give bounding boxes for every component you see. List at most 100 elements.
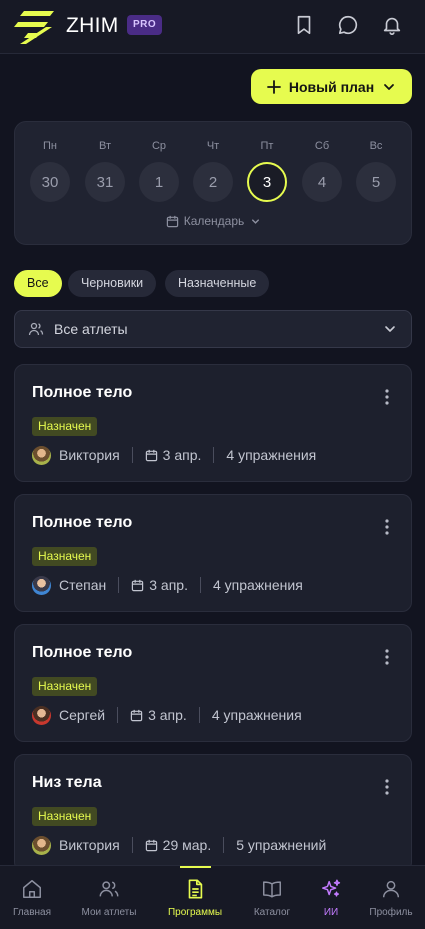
plan-meta: Виктория 29 мар. 5 упражнений bbox=[32, 835, 326, 855]
plan-title: Низ тела bbox=[32, 774, 102, 791]
nav-label: Программы bbox=[167, 907, 223, 918]
plan-card[interactable]: Низ тела Назначен Виктория 29 мар. 5 упр… bbox=[14, 754, 412, 872]
nav-profile[interactable]: Профиль bbox=[356, 866, 425, 929]
pro-badge: PRO bbox=[127, 15, 163, 35]
day-name: Чт bbox=[206, 140, 220, 152]
nav-home[interactable]: Главная bbox=[0, 866, 67, 929]
nav-programs[interactable]: Программы bbox=[160, 866, 230, 929]
more-vertical-icon[interactable] bbox=[385, 779, 389, 795]
day-name: Сб bbox=[314, 140, 330, 152]
plan-title: Полное тело bbox=[32, 644, 133, 661]
divider bbox=[131, 447, 133, 463]
home-icon bbox=[23, 880, 41, 898]
day-number[interactable]: 30 bbox=[30, 162, 70, 202]
athlete-name: Степан bbox=[59, 577, 107, 593]
athlete-select[interactable]: Все атлеты bbox=[14, 310, 412, 348]
new-plan-label: Новый план bbox=[288, 78, 375, 95]
bell-icon[interactable] bbox=[381, 14, 403, 36]
calendar-icon bbox=[145, 839, 157, 851]
calendar-icon bbox=[166, 215, 178, 227]
athlete-name: Виктория bbox=[59, 447, 120, 463]
day-name: Ср bbox=[151, 140, 167, 152]
chevron-down-icon bbox=[384, 83, 395, 90]
exercise-count: 4 упражнения bbox=[212, 577, 303, 593]
status-badge: Назначен bbox=[32, 807, 98, 826]
book-icon bbox=[263, 881, 281, 898]
status-badge: Назначен bbox=[32, 677, 98, 696]
plan-card[interactable]: Полное тело Назначен Степан 3 апр. 4 упр… bbox=[14, 494, 412, 612]
day-name: Вс bbox=[369, 140, 383, 152]
plan-card[interactable]: Полное тело Назначен Виктория 3 апр. 4 у… bbox=[14, 364, 412, 482]
day-number[interactable]: 2 bbox=[193, 162, 233, 202]
day-name: Пн bbox=[43, 140, 57, 152]
users-icon bbox=[28, 322, 44, 336]
exercise-count: 4 упражнения bbox=[226, 447, 317, 463]
calendar-icon bbox=[132, 579, 144, 591]
plan-meta: Виктория 3 апр. 4 упражнения bbox=[32, 445, 316, 465]
calendar-icon bbox=[145, 449, 157, 461]
calendar-link[interactable]: Календарь bbox=[15, 214, 413, 228]
users-icon bbox=[99, 881, 119, 897]
day-name: Вт bbox=[98, 140, 111, 152]
day-number[interactable]: 31 bbox=[85, 162, 125, 202]
more-vertical-icon[interactable] bbox=[385, 649, 389, 665]
day-number[interactable]: 1 bbox=[139, 162, 179, 202]
plan-title: Полное тело bbox=[32, 384, 133, 401]
divider bbox=[199, 577, 201, 593]
exercise-count: 5 упражнений bbox=[236, 837, 327, 853]
sparkles-icon bbox=[322, 879, 341, 897]
divider bbox=[223, 837, 225, 853]
athlete-name: Виктория bbox=[59, 837, 120, 853]
chevron-down-icon bbox=[252, 218, 260, 224]
bottom-nav: Главная Мои атлеты Программы Каталог ИИ … bbox=[0, 865, 425, 929]
calendar-icon bbox=[130, 709, 143, 721]
filter-chip-assigned[interactable]: Назначенные bbox=[165, 270, 270, 297]
exercise-count: 4 упражнения bbox=[211, 707, 302, 723]
user-icon bbox=[382, 880, 400, 898]
week-strip: Пн 30 Вт 31 Ср 1 Чт 2 Пт 3 Сб 4 Вс 5 Кал… bbox=[14, 121, 412, 245]
day-number-selected[interactable]: 3 bbox=[247, 162, 287, 202]
nav-label: Мои атлеты bbox=[81, 907, 137, 918]
plan-meta: Сергей 3 апр. 4 упражнения bbox=[32, 705, 302, 725]
logo-icon bbox=[14, 11, 54, 44]
avatar bbox=[32, 705, 51, 725]
avatar bbox=[32, 835, 51, 855]
day-number[interactable]: 5 bbox=[356, 162, 396, 202]
calendar-label: Календарь bbox=[183, 214, 245, 228]
plan-date: 3 апр. bbox=[148, 707, 187, 723]
brand-name: ZHIM bbox=[66, 14, 119, 37]
day-number[interactable]: 4 bbox=[302, 162, 342, 202]
nav-label: Профиль bbox=[369, 907, 413, 918]
more-vertical-icon[interactable] bbox=[385, 519, 389, 535]
athlete-name: Сергей bbox=[59, 707, 106, 723]
document-icon bbox=[188, 879, 203, 899]
status-badge: Назначен bbox=[32, 547, 98, 566]
chevron-down-icon bbox=[385, 326, 395, 332]
plan-title: Полное тело bbox=[32, 514, 133, 531]
divider bbox=[213, 447, 215, 463]
filter-chip-drafts[interactable]: Черновики bbox=[68, 270, 157, 297]
more-vertical-icon[interactable] bbox=[385, 389, 389, 405]
bookmark-icon[interactable] bbox=[293, 14, 315, 36]
nav-athletes[interactable]: Мои атлеты bbox=[74, 866, 144, 929]
plan-date: 3 апр. bbox=[162, 447, 202, 463]
plan-date: 3 апр. bbox=[149, 577, 188, 593]
day-name: Пт bbox=[260, 140, 274, 152]
divider bbox=[198, 707, 200, 723]
filter-chip-all[interactable]: Все bbox=[14, 270, 62, 297]
plan-date: 29 мар. bbox=[162, 837, 212, 853]
app-header: ZHIM PRO bbox=[0, 0, 425, 54]
divider bbox=[118, 577, 120, 593]
plan-meta: Степан 3 апр. 4 упражнения bbox=[32, 575, 303, 595]
plus-icon bbox=[266, 79, 281, 94]
avatar bbox=[32, 575, 51, 595]
chat-icon[interactable] bbox=[337, 14, 359, 36]
nav-label: Главная bbox=[12, 907, 52, 918]
plan-card[interactable]: Полное тело Назначен Сергей 3 апр. 4 упр… bbox=[14, 624, 412, 742]
status-badge: Назначен bbox=[32, 417, 98, 436]
divider bbox=[117, 707, 119, 723]
new-plan-button[interactable]: Новый план bbox=[251, 69, 412, 104]
divider bbox=[131, 837, 133, 853]
avatar bbox=[32, 445, 51, 465]
athlete-select-value: Все атлеты bbox=[54, 321, 128, 337]
